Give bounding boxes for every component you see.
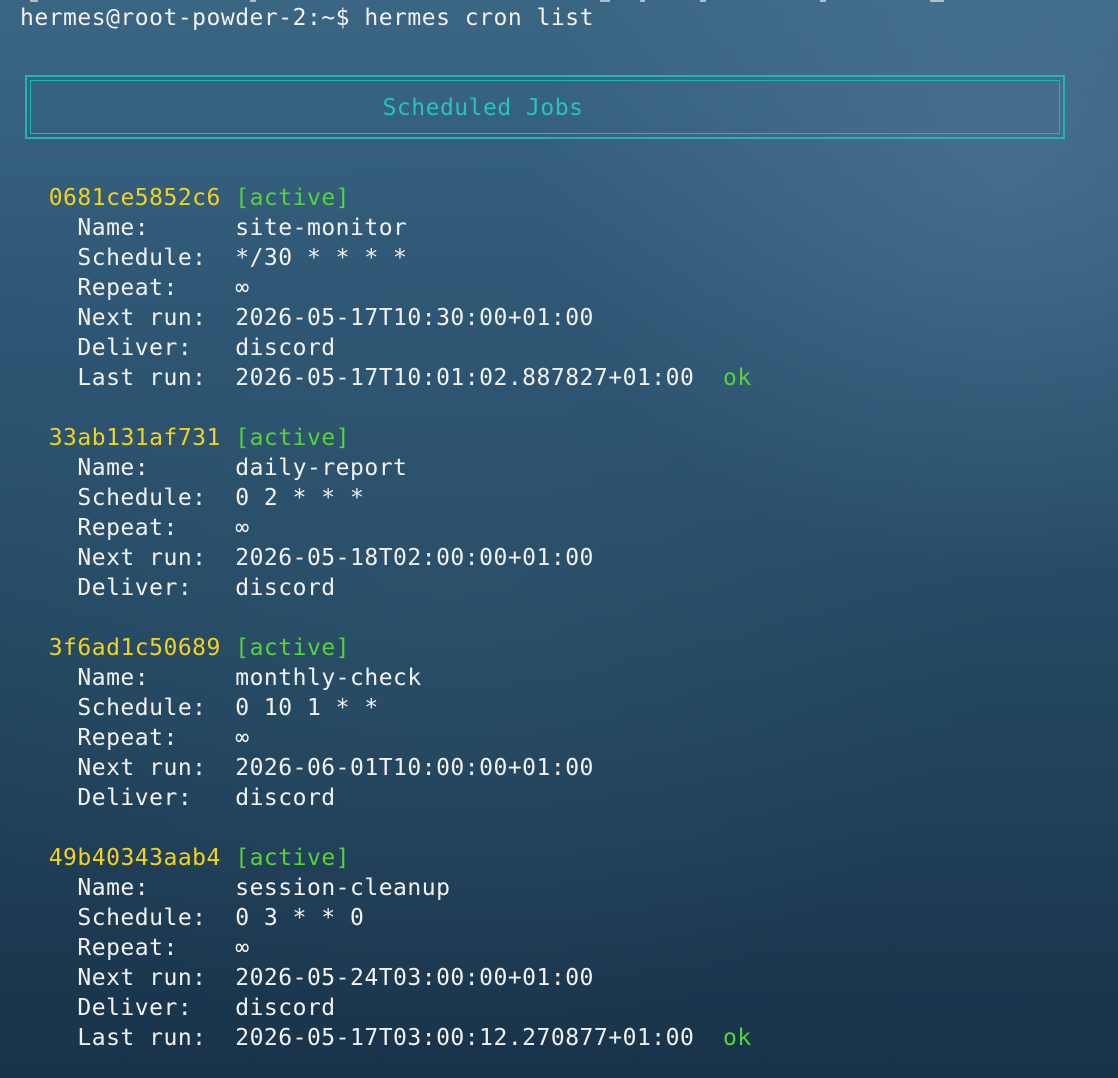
job-status-badge: [active] (235, 425, 351, 451)
last-run-status: ok (723, 1025, 752, 1051)
job-repeat-row: Repeat: ∞ (20, 273, 250, 303)
job-id: 33ab131af731 (48, 425, 221, 451)
job-repeat-row: Repeat: ∞ (20, 513, 250, 543)
job-repeat-row: Repeat: ∞ (20, 723, 250, 753)
job-repeat-value: ∞ (235, 935, 250, 961)
job-id: 0681ce5852c6 (48, 185, 221, 211)
job-schedule-value: */30 * * * * (235, 245, 408, 271)
job-schedule-value: 0 3 * * 0 (235, 905, 365, 931)
shell-prompt-line: hermes@root-powder-2:~$ hermes cron list (20, 3, 594, 33)
job-last-run-row: Last run: 2026-05-17T10:01:02.887827+01:… (20, 363, 752, 393)
job-name-row: Name: monthly-check (20, 663, 422, 693)
job-schedule-row: Schedule: 0 2 * * * (20, 483, 364, 513)
job-schedule-row: Schedule: 0 3 * * 0 (20, 903, 364, 933)
job-header: 3f6ad1c50689 [active] (20, 633, 350, 663)
job-next-run-row: Next run: 2026-06-01T10:00:00+01:00 (20, 753, 594, 783)
job-name-value: site-monitor (235, 215, 408, 241)
job-status-badge: [active] (235, 185, 351, 211)
job-deliver-row: Deliver: discord (20, 573, 336, 603)
job-deliver-value: discord (235, 575, 336, 601)
banner-title: Scheduled Jobs (382, 95, 584, 121)
job-name-value: monthly-check (235, 665, 422, 691)
job-repeat-row: Repeat: ∞ (20, 933, 250, 963)
repeat-label: Repeat: (77, 935, 178, 961)
deliver-label: Deliver: (77, 785, 193, 811)
job-deliver-row: Deliver: discord (20, 783, 336, 813)
job-next-run-row: Next run: 2026-05-17T10:30:00+01:00 (20, 303, 594, 333)
job-status-badge: [active] (235, 845, 351, 871)
deliver-label: Deliver: (77, 575, 193, 601)
prompt-command: hermes cron list (364, 5, 594, 31)
next-run-label: Next run: (77, 965, 207, 991)
name-label: Name: (77, 455, 150, 481)
scheduled-jobs-banner: Scheduled Jobs (25, 75, 1065, 139)
job-name-row: Name: session-cleanup (20, 873, 450, 903)
job-schedule-value: 0 2 * * * (235, 485, 365, 511)
job-deliver-value: discord (235, 335, 336, 361)
job-header: 0681ce5852c6 [active] (20, 183, 350, 213)
deliver-label: Deliver: (77, 995, 193, 1021)
next-run-label: Next run: (77, 755, 207, 781)
job-last-run-value: 2026-05-17T10:01:02.887827+01:00 (235, 365, 695, 391)
job-deliver-value: discord (235, 995, 336, 1021)
name-label: Name: (77, 875, 150, 901)
job-schedule-row: Schedule: 0 10 1 * * (20, 693, 379, 723)
job-name-value: session-cleanup (235, 875, 451, 901)
deliver-label: Deliver: (77, 335, 193, 361)
job-deliver-row: Deliver: discord (20, 993, 336, 1023)
job-deliver-row: Deliver: discord (20, 333, 336, 363)
job-last-run-row: Last run: 2026-05-17T03:00:12.270877+01:… (20, 1023, 752, 1053)
job-next-run-row: Next run: 2026-05-18T02:00:00+01:00 (20, 543, 594, 573)
schedule-label: Schedule: (77, 245, 207, 271)
job-repeat-value: ∞ (235, 515, 250, 541)
job-next-run-value: 2026-05-17T10:30:00+01:00 (235, 305, 594, 331)
repeat-label: Repeat: (77, 725, 178, 751)
job-name-row: Name: daily-report (20, 453, 407, 483)
schedule-label: Schedule: (77, 905, 207, 931)
job-deliver-value: discord (235, 785, 336, 811)
last-run-status: ok (723, 365, 752, 391)
next-run-label: Next run: (77, 305, 207, 331)
job-name-row: Name: site-monitor (20, 213, 407, 243)
prompt-user-host: hermes@root-powder-2:~$ (20, 5, 350, 31)
job-next-run-value: 2026-06-01T10:00:00+01:00 (235, 755, 594, 781)
name-label: Name: (77, 215, 150, 241)
job-id: 49b40343aab4 (48, 845, 221, 871)
last-run-label: Last run: (77, 365, 207, 391)
job-schedule-row: Schedule: */30 * * * * (20, 243, 407, 273)
job-id: 3f6ad1c50689 (48, 635, 221, 661)
schedule-label: Schedule: (77, 485, 207, 511)
job-last-run-value: 2026-05-17T03:00:12.270877+01:00 (235, 1025, 695, 1051)
job-next-run-value: 2026-05-24T03:00:00+01:00 (235, 965, 594, 991)
job-header: 49b40343aab4 [active] (20, 843, 350, 873)
next-run-label: Next run: (77, 545, 207, 571)
job-repeat-value: ∞ (235, 725, 250, 751)
job-next-run-value: 2026-05-18T02:00:00+01:00 (235, 545, 594, 571)
schedule-label: Schedule: (77, 695, 207, 721)
job-name-value: daily-report (235, 455, 408, 481)
job-header: 33ab131af731 [active] (20, 423, 350, 453)
job-next-run-row: Next run: 2026-05-24T03:00:00+01:00 (20, 963, 594, 993)
repeat-label: Repeat: (77, 515, 178, 541)
job-repeat-value: ∞ (235, 275, 250, 301)
last-run-label: Last run: (77, 1025, 207, 1051)
job-status-badge: [active] (235, 635, 351, 661)
name-label: Name: (77, 665, 150, 691)
job-schedule-value: 0 10 1 * * (235, 695, 379, 721)
repeat-label: Repeat: (77, 275, 178, 301)
